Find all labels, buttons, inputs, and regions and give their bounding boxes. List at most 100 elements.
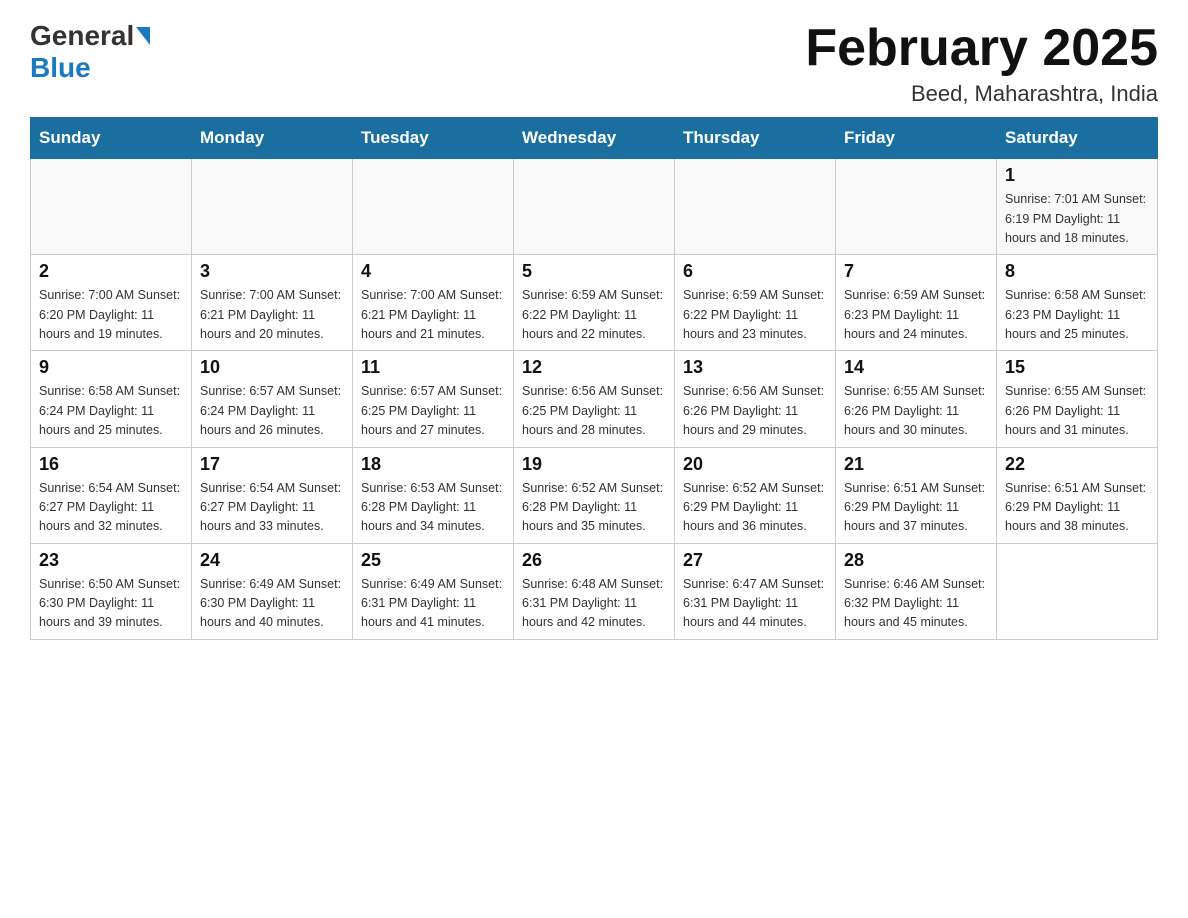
logo-general-text: General [30, 20, 134, 52]
calendar-week-row: 9 Sunrise: 6:58 AM Sunset: 6:24 PM Daylig… [31, 351, 1158, 447]
calendar-week-row: 23 Sunrise: 6:50 AM Sunset: 6:30 PM Dayli… [31, 543, 1158, 639]
day-number: 21 [844, 454, 988, 475]
day-info: Sunrise: 6:53 AM Sunset: 6:28 PM Dayligh… [361, 479, 505, 537]
calendar-cell: 13Sunrise: 6:56 AM Sunset: 6:26 PM Dayli… [675, 351, 836, 447]
calendar-cell: 15 Sunrise: 6:55 AM Sunset: 6:26 PM Dayli… [997, 351, 1158, 447]
day-info: Sunrise: 7:00 AM Sunset: 6:20 PM Dayligh… [39, 286, 183, 344]
day-number: 23 [39, 550, 183, 571]
column-header-saturday: Saturday [997, 118, 1158, 159]
column-header-friday: Friday [836, 118, 997, 159]
day-info: Sunrise: 6:57 AM Sunset: 6:24 PM Dayligh… [200, 382, 344, 440]
day-number: 17 [200, 454, 344, 475]
calendar-header-row: SundayMondayTuesdayWednesdayThursdayFrid… [31, 118, 1158, 159]
calendar-cell: 20 Sunrise: 6:52 AM Sunset: 6:29 PM Dayli… [675, 447, 836, 543]
calendar-cell: 19 Sunrise: 6:52 AM Sunset: 6:28 PM Dayli… [514, 447, 675, 543]
day-info: Sunrise: 6:58 AM Sunset: 6:23 PM Dayligh… [1005, 286, 1149, 344]
calendar-cell: 16Sunrise: 6:54 AM Sunset: 6:27 PM Dayli… [31, 447, 192, 543]
day-info: Sunrise: 6:52 AM Sunset: 6:29 PM Dayligh… [683, 479, 827, 537]
day-number: 9 [39, 357, 183, 378]
day-info: Sunrise: 6:57 AM Sunset: 6:25 PM Dayligh… [361, 382, 505, 440]
day-info: Sunrise: 6:55 AM Sunset: 6:26 PM Dayligh… [844, 382, 988, 440]
day-number: 28 [844, 550, 988, 571]
title-section: February 2025 Beed, Maharashtra, India [805, 20, 1158, 107]
day-info: Sunrise: 6:51 AM Sunset: 6:29 PM Dayligh… [1005, 479, 1149, 537]
calendar-cell: 17Sunrise: 6:54 AM Sunset: 6:27 PM Dayli… [192, 447, 353, 543]
calendar-cell: 11 Sunrise: 6:57 AM Sunset: 6:25 PM Dayli… [353, 351, 514, 447]
calendar-cell [31, 159, 192, 255]
day-number: 2 [39, 261, 183, 282]
day-info: Sunrise: 6:59 AM Sunset: 6:23 PM Dayligh… [844, 286, 988, 344]
day-info: Sunrise: 6:50 AM Sunset: 6:30 PM Dayligh… [39, 575, 183, 633]
column-header-thursday: Thursday [675, 118, 836, 159]
calendar-cell: 18Sunrise: 6:53 AM Sunset: 6:28 PM Dayli… [353, 447, 514, 543]
calendar-cell: 6 Sunrise: 6:59 AM Sunset: 6:22 PM Daylig… [675, 255, 836, 351]
day-number: 8 [1005, 261, 1149, 282]
day-number: 15 [1005, 357, 1149, 378]
calendar-cell: 25 Sunrise: 6:49 AM Sunset: 6:31 PM Dayli… [353, 543, 514, 639]
month-title: February 2025 [805, 20, 1158, 77]
day-info: Sunrise: 6:56 AM Sunset: 6:26 PM Dayligh… [683, 382, 827, 440]
calendar-cell: 27 Sunrise: 6:47 AM Sunset: 6:31 PM Dayli… [675, 543, 836, 639]
location-title: Beed, Maharashtra, India [805, 81, 1158, 107]
day-number: 22 [1005, 454, 1149, 475]
day-info: Sunrise: 6:51 AM Sunset: 6:29 PM Dayligh… [844, 479, 988, 537]
day-info: Sunrise: 6:47 AM Sunset: 6:31 PM Dayligh… [683, 575, 827, 633]
day-number: 27 [683, 550, 827, 571]
day-number: 4 [361, 261, 505, 282]
calendar-cell: 7 Sunrise: 6:59 AM Sunset: 6:23 PM Daylig… [836, 255, 997, 351]
column-header-sunday: Sunday [31, 118, 192, 159]
calendar-cell [997, 543, 1158, 639]
calendar-week-row: 16Sunrise: 6:54 AM Sunset: 6:27 PM Dayli… [31, 447, 1158, 543]
day-info: Sunrise: 6:54 AM Sunset: 6:27 PM Dayligh… [39, 479, 183, 537]
calendar-cell: 21 Sunrise: 6:51 AM Sunset: 6:29 PM Dayli… [836, 447, 997, 543]
day-number: 5 [522, 261, 666, 282]
day-number: 20 [683, 454, 827, 475]
calendar-week-row: 2 Sunrise: 7:00 AM Sunset: 6:20 PM Daylig… [31, 255, 1158, 351]
column-header-tuesday: Tuesday [353, 118, 514, 159]
day-info: Sunrise: 6:46 AM Sunset: 6:32 PM Dayligh… [844, 575, 988, 633]
calendar-cell: 12Sunrise: 6:56 AM Sunset: 6:25 PM Dayli… [514, 351, 675, 447]
calendar-cell: 23 Sunrise: 6:50 AM Sunset: 6:30 PM Dayli… [31, 543, 192, 639]
day-info: Sunrise: 7:00 AM Sunset: 6:21 PM Dayligh… [200, 286, 344, 344]
calendar-cell [514, 159, 675, 255]
day-info: Sunrise: 6:49 AM Sunset: 6:30 PM Dayligh… [200, 575, 344, 633]
day-number: 26 [522, 550, 666, 571]
calendar-cell [192, 159, 353, 255]
calendar-cell: 9 Sunrise: 6:58 AM Sunset: 6:24 PM Daylig… [31, 351, 192, 447]
day-info: Sunrise: 7:00 AM Sunset: 6:21 PM Dayligh… [361, 286, 505, 344]
day-info: Sunrise: 6:49 AM Sunset: 6:31 PM Dayligh… [361, 575, 505, 633]
day-info: Sunrise: 6:59 AM Sunset: 6:22 PM Dayligh… [683, 286, 827, 344]
calendar-cell [836, 159, 997, 255]
day-number: 7 [844, 261, 988, 282]
day-number: 10 [200, 357, 344, 378]
day-number: 24 [200, 550, 344, 571]
day-info: Sunrise: 6:59 AM Sunset: 6:22 PM Dayligh… [522, 286, 666, 344]
day-number: 3 [200, 261, 344, 282]
calendar-cell: 8 Sunrise: 6:58 AM Sunset: 6:23 PM Daylig… [997, 255, 1158, 351]
logo: General Blue [30, 20, 152, 84]
day-info: Sunrise: 6:55 AM Sunset: 6:26 PM Dayligh… [1005, 382, 1149, 440]
calendar-cell: 26 Sunrise: 6:48 AM Sunset: 6:31 PM Dayli… [514, 543, 675, 639]
calendar-cell: 5 Sunrise: 6:59 AM Sunset: 6:22 PM Daylig… [514, 255, 675, 351]
calendar-cell: 2 Sunrise: 7:00 AM Sunset: 6:20 PM Daylig… [31, 255, 192, 351]
day-info: Sunrise: 7:01 AM Sunset: 6:19 PM Dayligh… [1005, 190, 1149, 248]
day-info: Sunrise: 6:48 AM Sunset: 6:31 PM Dayligh… [522, 575, 666, 633]
day-number: 1 [1005, 165, 1149, 186]
page-header: General Blue February 2025 Beed, Maharas… [30, 20, 1158, 107]
day-number: 25 [361, 550, 505, 571]
column-header-wednesday: Wednesday [514, 118, 675, 159]
day-info: Sunrise: 6:52 AM Sunset: 6:28 PM Dayligh… [522, 479, 666, 537]
logo-blue-text: Blue [30, 52, 91, 84]
day-number: 6 [683, 261, 827, 282]
calendar-cell: 28 Sunrise: 6:46 AM Sunset: 6:32 PM Dayli… [836, 543, 997, 639]
calendar-cell: 14Sunrise: 6:55 AM Sunset: 6:26 PM Dayli… [836, 351, 997, 447]
day-info: Sunrise: 6:58 AM Sunset: 6:24 PM Dayligh… [39, 382, 183, 440]
calendar-cell [675, 159, 836, 255]
calendar-table: SundayMondayTuesdayWednesdayThursdayFrid… [30, 117, 1158, 640]
day-number: 12 [522, 357, 666, 378]
calendar-cell: 24 Sunrise: 6:49 AM Sunset: 6:30 PM Dayli… [192, 543, 353, 639]
calendar-cell: 10 Sunrise: 6:57 AM Sunset: 6:24 PM Dayli… [192, 351, 353, 447]
calendar-cell: 22 Sunrise: 6:51 AM Sunset: 6:29 PM Dayli… [997, 447, 1158, 543]
day-number: 11 [361, 357, 505, 378]
day-number: 19 [522, 454, 666, 475]
